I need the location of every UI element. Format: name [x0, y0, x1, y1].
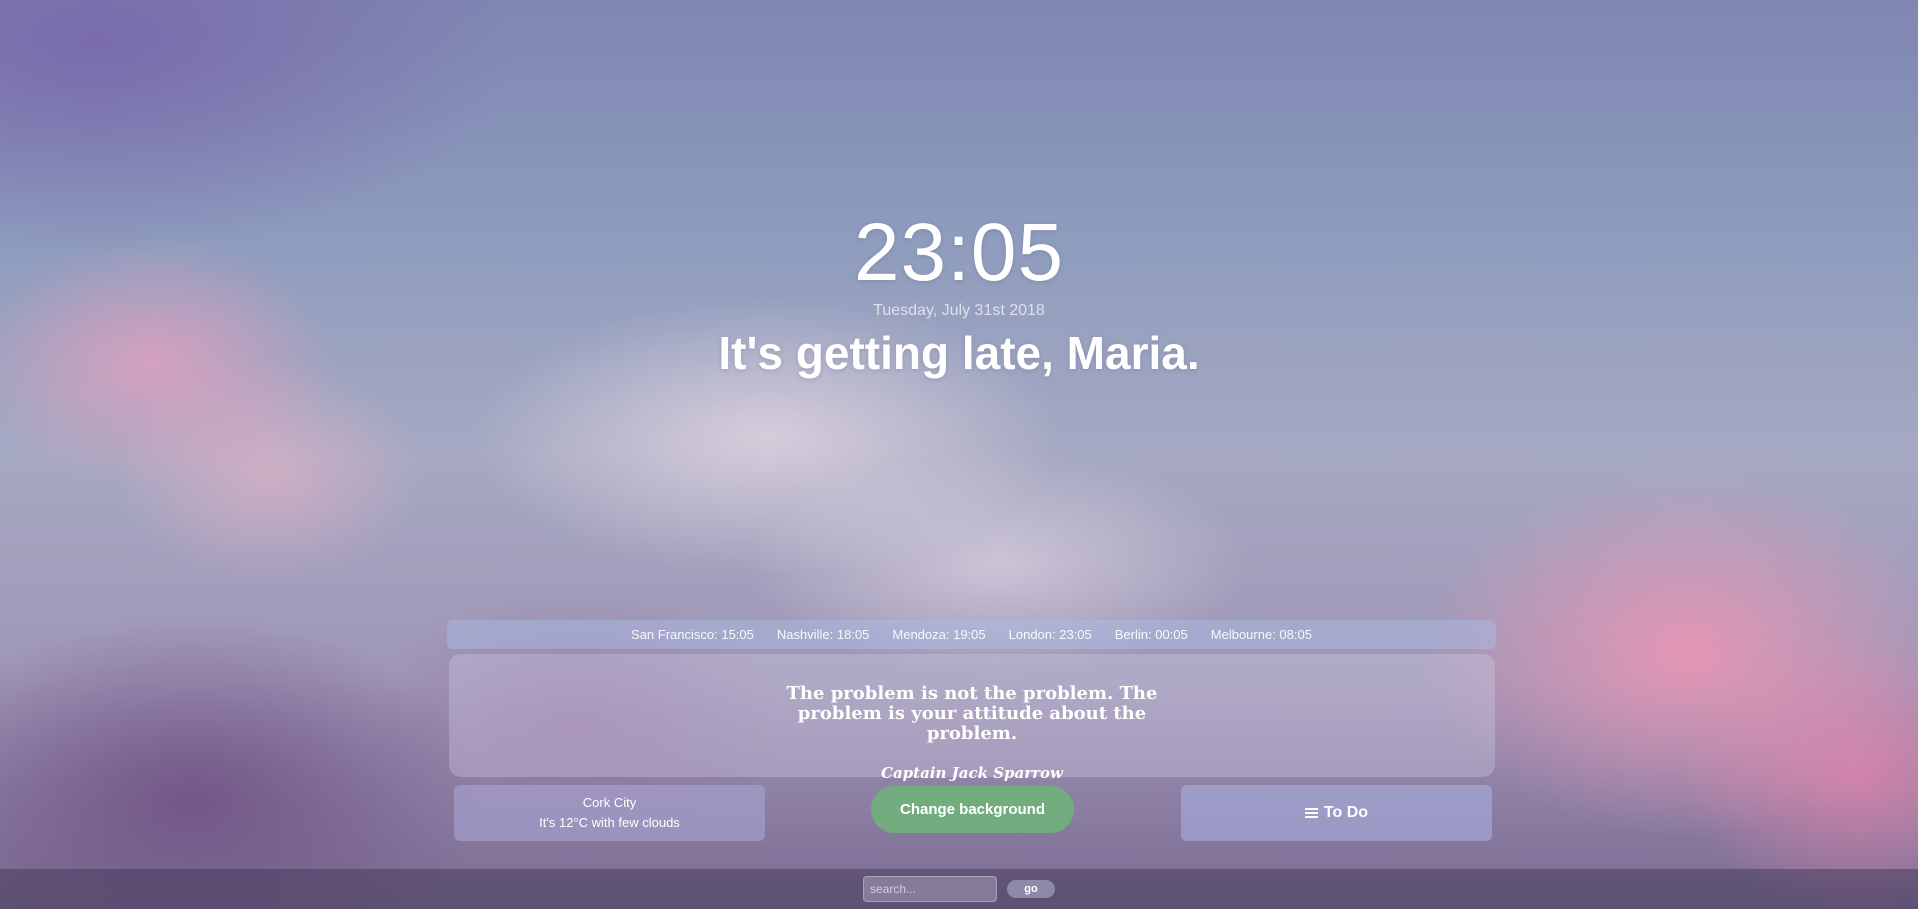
world-clock-berlin: Berlin: 00:05 — [1114, 627, 1188, 642]
weather-widget: Cork City It's 12°C with few clouds — [454, 785, 765, 841]
world-clock-mendoza: Mendoza: 19:05 — [892, 627, 986, 642]
world-clock-london: London: 23:05 — [1008, 627, 1092, 642]
search-input[interactable] — [863, 876, 997, 902]
world-clock-nashville: Nashville: 18:05 — [776, 627, 870, 642]
change-background-button[interactable]: Change background — [871, 786, 1074, 833]
quote-author: Captain Jack Sparrow — [881, 764, 1063, 782]
quote-text: The problem is not the problem. The prob… — [786, 683, 1158, 744]
current-date: Tuesday, July 31st 2018 — [873, 302, 1045, 319]
hamburger-menu-icon — [1304, 808, 1318, 818]
go-button[interactable]: go — [1007, 880, 1055, 898]
current-time: 23:05 — [853, 207, 1065, 298]
search-bar: go — [0, 869, 1918, 909]
world-clock-melbourne: Melbourne: 08:05 — [1210, 627, 1312, 642]
greeting-message: It's getting late, Maria. — [718, 327, 1200, 379]
world-clocks-bar: San Francisco: 15:05 Nashville: 18:05 Me… — [447, 620, 1496, 649]
weather-summary: It's 12°C with few clouds — [539, 815, 680, 830]
weather-city: Cork City — [582, 795, 637, 810]
quote-card: The problem is not the problem. The prob… — [449, 654, 1495, 782]
todo-label: To Do — [1323, 804, 1369, 821]
clock-section: 23:05 Tuesday, July 31st 2018 It's getti… — [0, 205, 1918, 381]
world-clock-san-francisco: San Francisco: 15:05 — [631, 627, 754, 642]
todo-button[interactable]: To Do — [1181, 785, 1492, 841]
